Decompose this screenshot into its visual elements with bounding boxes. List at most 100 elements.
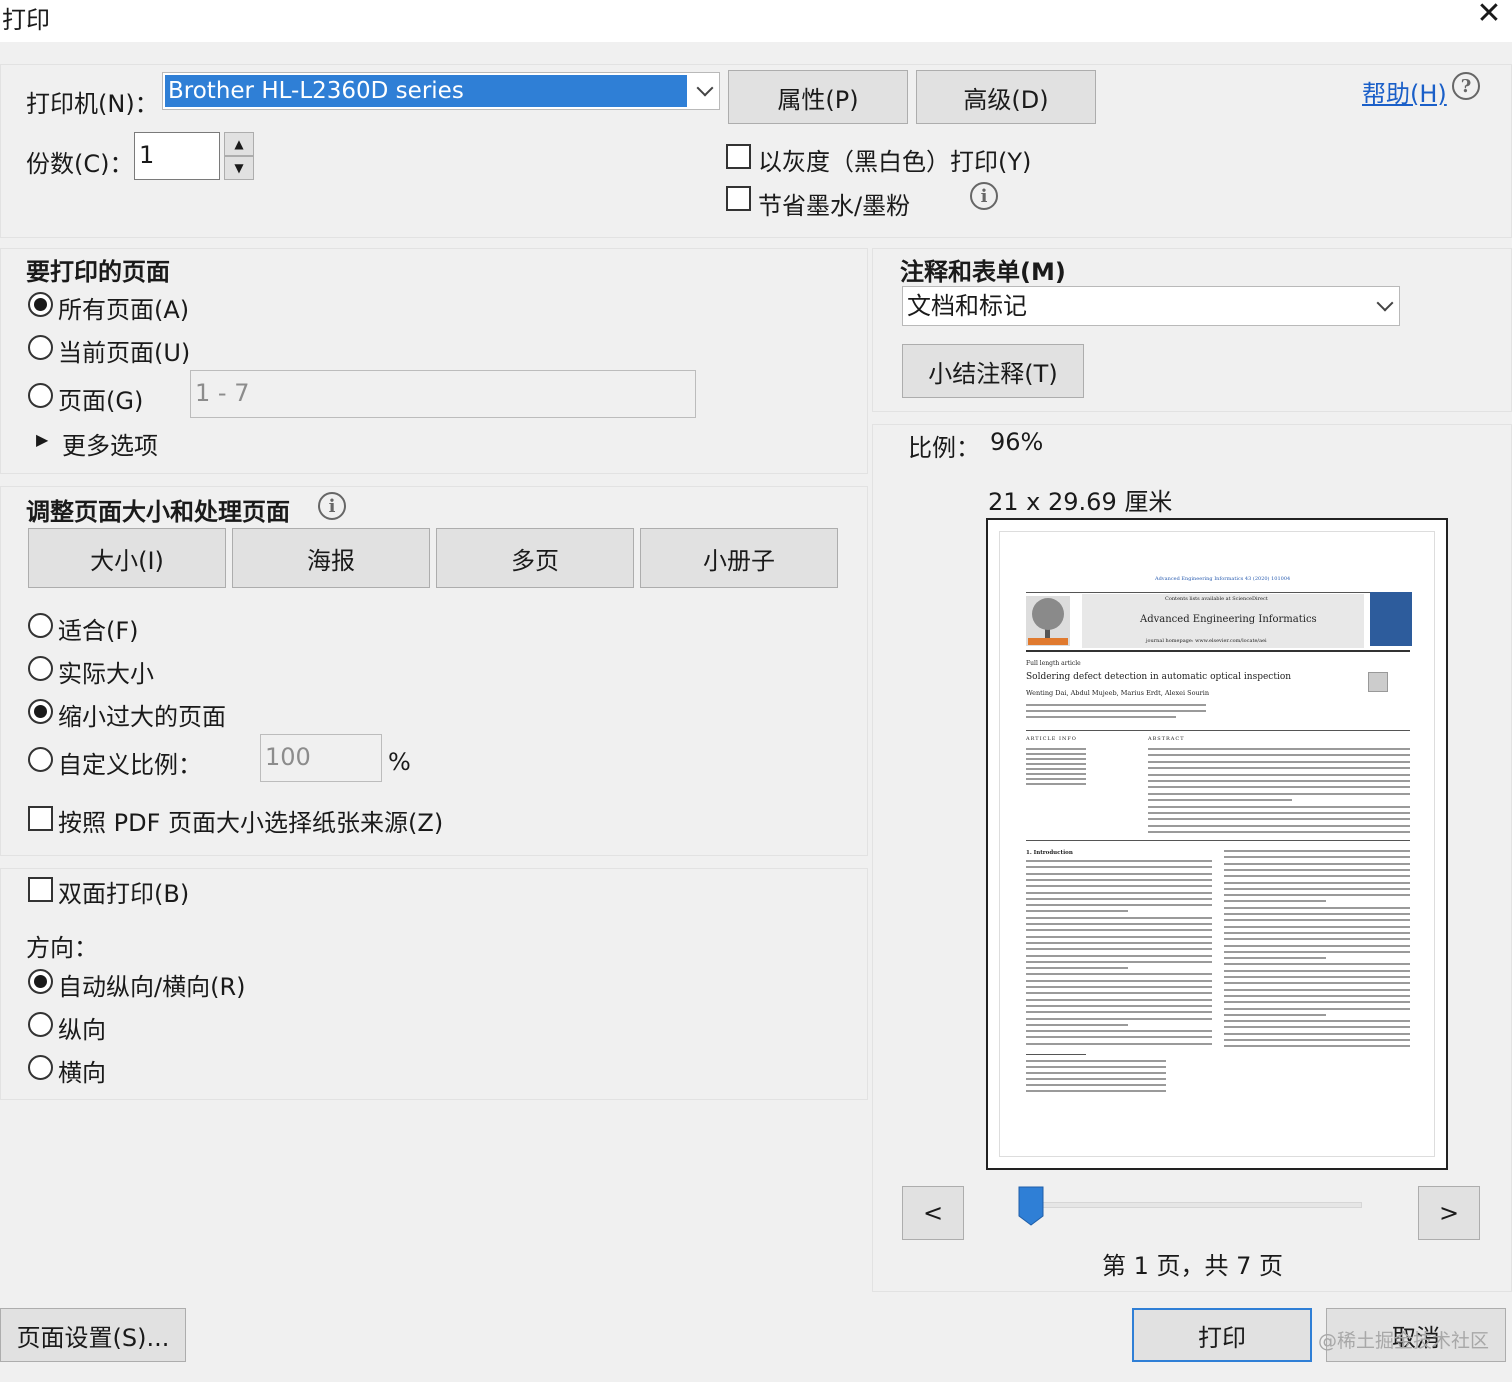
- annotations-select[interactable]: 文档和标记: [902, 286, 1400, 326]
- doc-text-line: [1224, 957, 1327, 960]
- current-page-radio[interactable]: [28, 335, 53, 360]
- tab-booklet[interactable]: 小册子: [640, 528, 838, 588]
- doc-authors: Wenting Dai, Abdul Mujeeb, Marius Erdt, …: [1026, 689, 1210, 697]
- doc-text-line: [1224, 944, 1410, 947]
- doc-text-line: [1224, 875, 1410, 878]
- copies-input[interactable]: 1: [134, 132, 220, 180]
- copies-label: 份数(C)：: [26, 150, 134, 178]
- doc-text-line: [1026, 763, 1086, 765]
- doc-text-line: [1026, 1072, 1166, 1074]
- tab-poster[interactable]: 海报: [232, 528, 430, 588]
- doc-text-line: [1026, 878, 1212, 881]
- landscape-radio[interactable]: [28, 1055, 53, 1080]
- doc-text-line: [1148, 767, 1410, 770]
- tab-size[interactable]: 大小(I): [28, 528, 226, 588]
- duplex-label: 双面打印(B): [58, 880, 190, 908]
- page-slider-track[interactable]: [1040, 1202, 1362, 1208]
- annotations-selected-value: 文档和标记: [907, 292, 1027, 320]
- page-range-label: 页面(G): [58, 387, 144, 415]
- doc-text-line: [1026, 1090, 1166, 1092]
- doc-text-line: [1148, 805, 1410, 808]
- tab-multiple[interactable]: 多页: [436, 528, 634, 588]
- prev-page-button[interactable]: <: [902, 1186, 964, 1240]
- page-range-radio[interactable]: [28, 383, 53, 408]
- doc-text-line: [1224, 938, 1410, 941]
- fit-radio[interactable]: [28, 613, 53, 638]
- properties-button[interactable]: 属性(P): [728, 70, 908, 124]
- portrait-radio[interactable]: [28, 1012, 53, 1037]
- page-indicator: 第 1 页，共 7 页: [1102, 1252, 1284, 1280]
- printer-label: 打印机(N)：: [26, 90, 159, 118]
- doc-text-line: [1224, 862, 1410, 865]
- grayscale-checkbox[interactable]: [726, 144, 751, 169]
- help-link[interactable]: 帮助(H): [1362, 74, 1447, 109]
- doc-text-line: [1224, 913, 1410, 915]
- advanced-button[interactable]: 高级(D): [916, 70, 1096, 124]
- duplex-checkbox[interactable]: [28, 877, 53, 902]
- doc-text-line: [1224, 881, 1410, 884]
- doc-text-line: [1224, 1039, 1410, 1041]
- custom-scale-radio[interactable]: [28, 747, 53, 772]
- choose-paper-label: 按照 PDF 页面大小选择纸张来源(Z): [58, 809, 444, 837]
- printer-select[interactable]: Brother HL-L2360D series: [162, 72, 720, 110]
- copies-up-button[interactable]: ▲: [224, 132, 254, 156]
- title-bar: [0, 0, 1512, 42]
- save-ink-checkbox[interactable]: [726, 186, 751, 211]
- page-range-input[interactable]: 1 - 7: [190, 370, 696, 418]
- orientation-heading: 方向：: [26, 934, 98, 962]
- sizing-info-icon[interactable]: i: [318, 492, 346, 520]
- doc-contents: Contents lists available at ScienceDirec…: [1165, 596, 1268, 602]
- custom-scale-input[interactable]: 100: [260, 734, 382, 782]
- next-page-button[interactable]: >: [1418, 1186, 1480, 1240]
- doc-text-line: [1148, 818, 1410, 821]
- elsevier-logo-icon: [1026, 596, 1070, 646]
- doc-text-line: [1026, 1004, 1212, 1007]
- doc-text-line: [1026, 1084, 1166, 1086]
- print-button[interactable]: 打印: [1132, 1308, 1312, 1362]
- doc-text-line: [1026, 941, 1212, 944]
- chevron-down-icon: [696, 79, 714, 97]
- more-options-label[interactable]: 更多选项: [62, 426, 158, 461]
- doc-text-line: [1148, 824, 1410, 827]
- chevron-down-icon: [1376, 294, 1394, 312]
- preview-document: Advanced Engineering Informatics 43 (202…: [1000, 532, 1434, 1156]
- doc-text-line: [1026, 1030, 1212, 1033]
- doc-text-line: [1026, 960, 1212, 963]
- annotations-heading: 注释和表单(M): [900, 258, 1066, 286]
- doc-text-line: [1026, 866, 1212, 869]
- auto-orientation-radio[interactable]: [28, 969, 53, 994]
- doc-text-line: [1026, 967, 1129, 970]
- all-pages-label: 所有页面(A): [58, 296, 190, 324]
- doc-text-line: [1026, 929, 1212, 932]
- close-icon[interactable]: ✕: [1474, 0, 1504, 29]
- doc-article-type: Full length article: [1026, 660, 1081, 667]
- doc-text-line: [1224, 856, 1410, 859]
- journal-cover-icon: [1370, 592, 1412, 646]
- copies-down-button[interactable]: ▼: [224, 156, 254, 180]
- doc-rule: [1026, 650, 1410, 652]
- actual-size-radio[interactable]: [28, 656, 53, 681]
- doc-text-line: [1224, 906, 1410, 909]
- page-slider-thumb[interactable]: [1018, 1186, 1044, 1226]
- shrink-radio[interactable]: [28, 699, 53, 724]
- doc-text-line: [1224, 1007, 1410, 1010]
- doc-text-line: [1224, 931, 1410, 934]
- doc-text-line: [1026, 1023, 1129, 1026]
- doc-text-line: [1026, 783, 1086, 785]
- choose-paper-checkbox[interactable]: [28, 806, 53, 831]
- scale-label: 比例：: [908, 434, 980, 462]
- help-icon[interactable]: ?: [1452, 72, 1480, 100]
- page-setup-button[interactable]: 页面设置(S)...: [0, 1308, 186, 1362]
- doc-text-line: [1026, 923, 1212, 925]
- doc-text-line: [1026, 992, 1212, 995]
- info-icon[interactable]: i: [970, 182, 998, 210]
- all-pages-radio[interactable]: [28, 292, 53, 317]
- expand-triangle-icon[interactable]: ▶: [36, 430, 48, 449]
- summarize-comments-button[interactable]: 小结注释(T): [902, 344, 1084, 398]
- doc-text-line: [1224, 969, 1410, 972]
- doc-text-line: [1148, 792, 1410, 795]
- doc-text-line: [1148, 754, 1410, 757]
- grayscale-label: 以灰度（黑白色）打印(Y): [758, 148, 1032, 176]
- doc-text-line: [1026, 753, 1086, 755]
- portrait-label: 纵向: [58, 1016, 106, 1044]
